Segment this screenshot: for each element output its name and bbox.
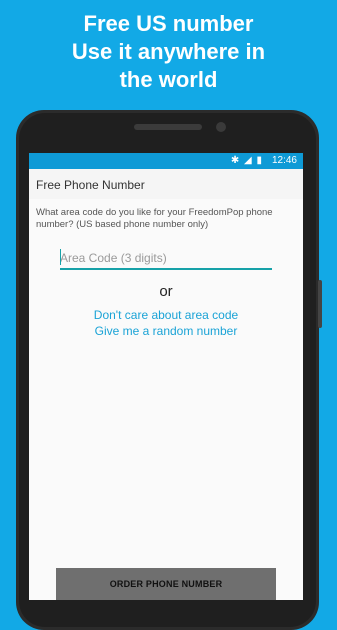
promo-line-2: Use it anywhere in <box>71 39 266 64</box>
status-bar: ✱ ◢ ▮ 12:46 <box>29 153 303 169</box>
front-camera <box>216 122 226 132</box>
or-separator: or <box>159 283 173 300</box>
promo-headline: Free US number Use it anywhere in the wo… <box>0 10 337 94</box>
area-code-prompt: What area code do you like for your Free… <box>36 207 273 230</box>
status-time: 12:46 <box>271 155 297 166</box>
app-bar: Free Phone Number <box>29 169 303 199</box>
order-phone-number-button[interactable]: ORDER PHONE NUMBER <box>56 568 276 600</box>
random-number-link[interactable]: Give me a random number <box>29 324 303 338</box>
promo-line-3: the world <box>119 67 218 92</box>
area-code-input[interactable] <box>60 248 272 270</box>
speaker-grille <box>134 124 202 130</box>
promo-line-1: Free US number <box>83 11 254 36</box>
status-icons: ✱ ◢ ▮ <box>230 155 263 166</box>
phone-screen: ✱ ◢ ▮ 12:46 Free Phone Number What area … <box>29 153 303 600</box>
no-area-code-link[interactable]: Don't care about area code <box>29 308 303 322</box>
side-button <box>318 280 322 328</box>
text-cursor <box>60 249 61 265</box>
page-title: Free Phone Number <box>36 178 145 192</box>
